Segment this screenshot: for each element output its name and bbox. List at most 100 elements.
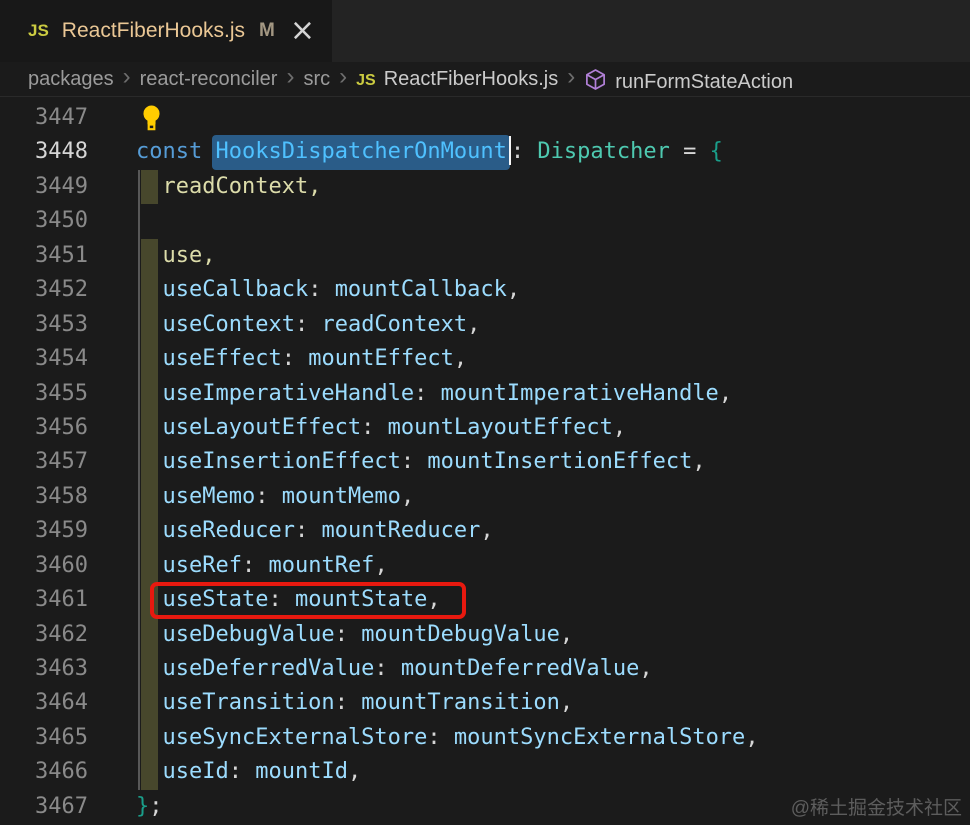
- code-editor[interactable]: 3447 3448 const HooksDispatcherOnMount: Di…: [0, 97, 970, 825]
- tab-reactfiberhooks[interactable]: JS ReactFiberHooks.js M ×: [0, 0, 332, 62]
- code-text: useDeferredValue: mountDeferredValue,: [136, 652, 653, 686]
- code-token: ,: [347, 759, 362, 785]
- code-token: useSyncExternalStore: [136, 724, 428, 750]
- code-token: useLayoutEffect: [136, 414, 362, 440]
- code-text: useImperativeHandle: mountImperativeHand…: [136, 377, 732, 411]
- code-text: useTransition: mountTransition,: [136, 686, 573, 720]
- code-line-3451[interactable]: 3451 use,: [0, 238, 970, 274]
- chevron-right-icon: ›: [286, 63, 295, 90]
- code-token: }: [136, 793, 150, 819]
- quick-fix-lightbulb-icon[interactable]: [139, 104, 164, 132]
- code-text: useDebugValue: mountDebugValue,: [136, 618, 573, 652]
- code-token: :: [427, 724, 454, 750]
- close-icon[interactable]: ×: [290, 16, 315, 46]
- code-text: use,: [136, 239, 215, 273]
- code-line-3464[interactable]: 3464 useTransition: mountTransition,: [0, 686, 970, 721]
- code-token: readContext,: [136, 173, 322, 199]
- line-number: 3459: [35, 518, 88, 544]
- code-token: mountImperativeHandle: [440, 380, 719, 406]
- code-token: :: [281, 346, 309, 372]
- chevron-right-icon: ›: [122, 63, 131, 90]
- code-token: mountRef: [268, 552, 375, 578]
- chevron-right-icon: ›: [339, 63, 348, 90]
- line-number: 3451: [35, 242, 88, 268]
- code-text: };: [136, 790, 163, 824]
- breadcrumb-label: packages: [28, 67, 114, 90]
- breadcrumb-item-react-reconciler[interactable]: react-reconciler: [140, 68, 278, 91]
- breadcrumb-item-runformstateaction[interactable]: runFormStateAction: [584, 65, 793, 94]
- breadcrumb-label: react-reconciler: [139, 67, 278, 90]
- code-text: useMemo: mountMemo,: [136, 480, 414, 514]
- code-line-3466[interactable]: 3466 useId: mountId,: [0, 755, 970, 790]
- code-token: ,: [559, 621, 574, 647]
- code-token: :: [228, 759, 256, 785]
- code-token: :: [294, 518, 322, 544]
- javascript-file-icon: JS: [356, 71, 376, 89]
- breadcrumb-item-packages[interactable]: packages: [28, 68, 114, 91]
- breadcrumb-item-src[interactable]: src: [303, 68, 330, 91]
- code-token: :: [374, 656, 401, 681]
- code-text: useCallback: mountCallback,: [136, 273, 520, 307]
- code-token: ,: [480, 518, 494, 544]
- line-number: 3447: [35, 105, 88, 130]
- code-token: useCallback: [136, 277, 309, 303]
- line-number: 3464: [35, 690, 88, 716]
- line-number: 3463: [35, 656, 88, 681]
- code-token: useContext: [136, 311, 295, 337]
- breadcrumb-label: runFormStateAction: [615, 70, 794, 93]
- code-line-3463[interactable]: 3463 useDeferredValue: mountDeferredValu…: [0, 652, 970, 687]
- code-token: useDebugValue: [136, 621, 335, 647]
- symbol-cube-icon: [584, 68, 607, 97]
- code-token: ,: [453, 346, 468, 372]
- code-line-3459[interactable]: 3459 useReducer: mountReducer,: [0, 514, 970, 549]
- breadcrumb: packages › react-reconciler › src › JS ReactFib…: [0, 62, 970, 97]
- line-number: 3448: [35, 139, 88, 165]
- code-token: mountDebugValue: [361, 621, 560, 647]
- code-token: :: [400, 449, 428, 475]
- code-line-3453[interactable]: 3453 useContext: readContext,: [0, 307, 970, 343]
- code-line-3449[interactable]: 3449 readContext,: [0, 169, 970, 205]
- modified-badge: M: [259, 20, 275, 41]
- tab-bar: JS ReactFiberHooks.js M ×: [0, 0, 970, 62]
- code-line-3448[interactable]: 3448 const HooksDispatcherOnMount: Dispat…: [0, 135, 970, 171]
- code-token: :: [308, 277, 335, 303]
- code-token: mountTransition: [361, 690, 560, 716]
- code-text: useSyncExternalStore: mountSyncExternalS…: [136, 721, 758, 755]
- line-number: 3457: [35, 449, 88, 475]
- breadcrumb-label: ReactFiberHooks.js: [383, 67, 559, 90]
- code-line-3452[interactable]: 3452 useCallback: mountCallback,: [0, 273, 970, 308]
- line-number: 3456: [35, 414, 88, 440]
- code-line-3461[interactable]: 3461 useState: mountState,: [0, 582, 970, 620]
- code-line-3456[interactable]: 3456 useLayoutEffect: mountLayoutEffect,: [0, 410, 970, 446]
- code-token: ,: [612, 414, 627, 440]
- code-line-3450[interactable]: 3450: [0, 204, 970, 239]
- code-token: ,: [639, 656, 653, 681]
- code-token: ,: [506, 277, 521, 303]
- code-line-3455[interactable]: 3455 useImperativeHandle: mountImperativ…: [0, 376, 970, 411]
- code-token: mountLayoutEffect: [387, 414, 613, 440]
- code-lines: 3447 3448 const HooksDispatcherOnMount: Di…: [0, 101, 970, 824]
- code-token: useReducer: [136, 518, 295, 544]
- code-token: useMemo: [136, 483, 256, 509]
- code-line-3447[interactable]: 3447: [0, 101, 970, 135]
- code-token: mountEffect: [308, 346, 454, 372]
- code-token: {: [709, 139, 723, 165]
- code-token: mountId: [255, 759, 348, 785]
- code-line-3457[interactable]: 3457 useInsertionEffect: mountInsertionE…: [0, 445, 970, 480]
- code-line-3454[interactable]: 3454 useEffect: mountEffect,: [0, 342, 970, 377]
- code-token: ,: [467, 311, 481, 337]
- code-token: mountDeferredValue: [400, 656, 640, 681]
- code-token: readContext: [321, 311, 468, 337]
- code-line-3462[interactable]: 3462 useDebugValue: mountDebugValue,: [0, 617, 970, 652]
- annotation-red-box: [150, 582, 466, 620]
- code-token: ,: [692, 449, 706, 475]
- line-number: 3462: [35, 621, 88, 647]
- code-line-3465[interactable]: 3465 useSyncExternalStore: mountSyncExte…: [0, 720, 970, 756]
- line-number: 3454: [35, 346, 88, 372]
- breadcrumb-item-reactfiberhooks-js[interactable]: JS ReactFiberHooks.js: [356, 68, 558, 91]
- code-text: const HooksDispatcherOnMount: Dispatcher…: [136, 135, 723, 171]
- code-token: useEffect: [136, 346, 282, 372]
- code-text: useContext: readContext,: [136, 308, 480, 342]
- code-line-3460[interactable]: 3460 useRef: mountRef,: [0, 548, 970, 584]
- code-line-3458[interactable]: 3458 useMemo: mountMemo,: [0, 479, 970, 515]
